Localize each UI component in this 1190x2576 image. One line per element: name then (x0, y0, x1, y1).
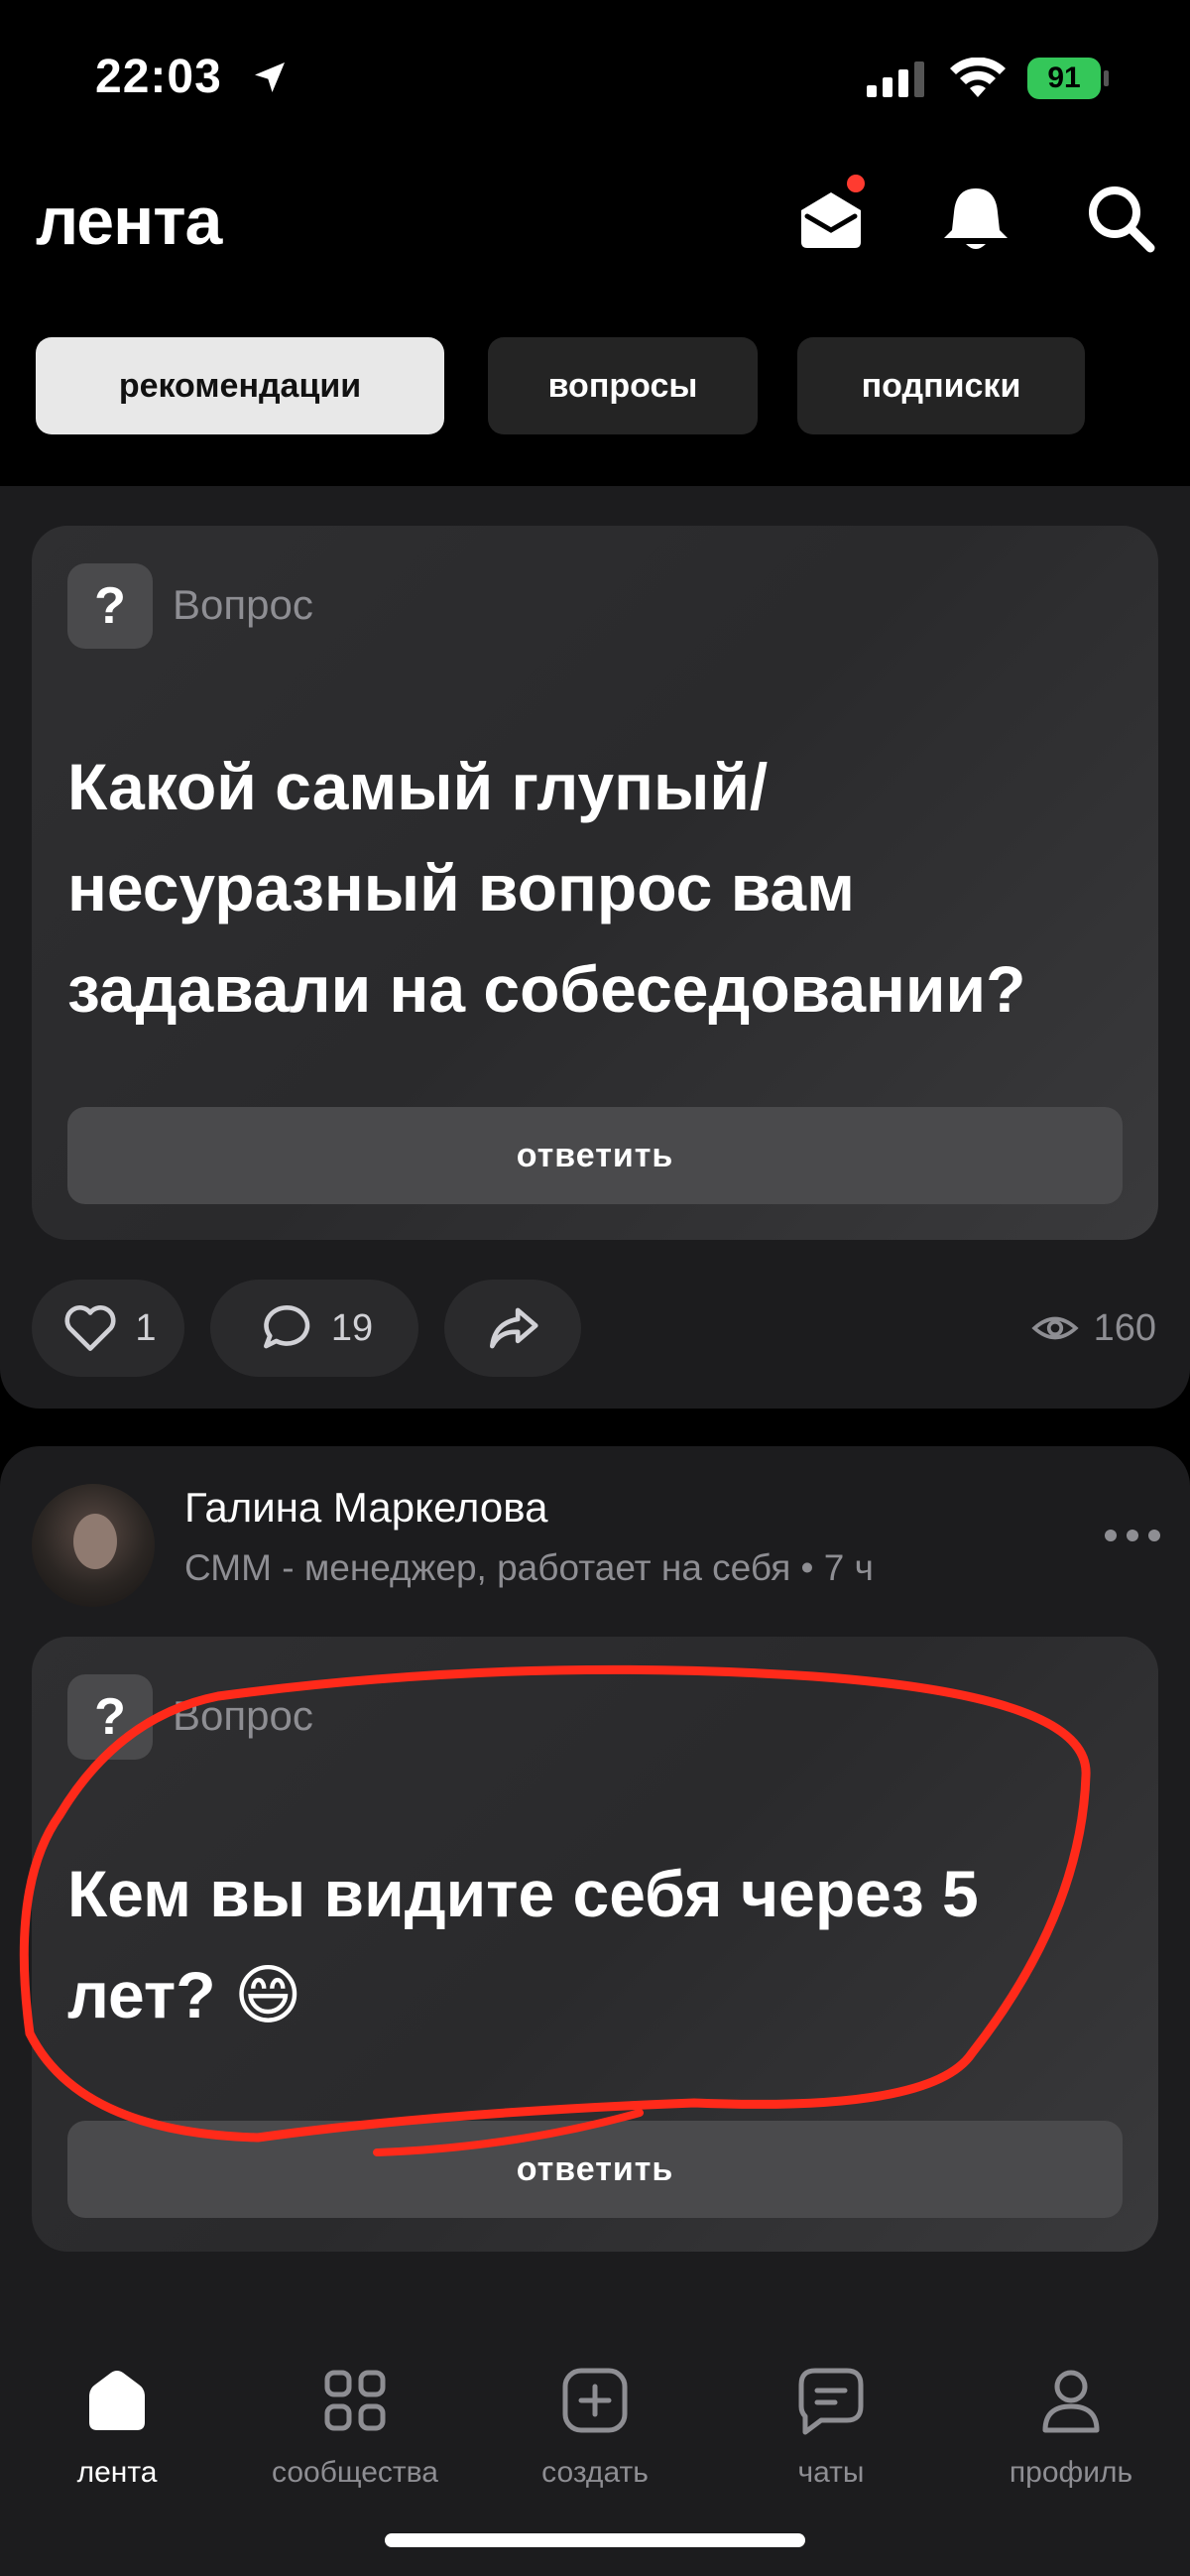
nav-profile[interactable]: профиль (962, 2361, 1180, 2490)
nav-label: чаты (797, 2456, 865, 2489)
home-indicator[interactable] (385, 2533, 805, 2547)
wifi-icon (950, 58, 1006, 97)
grid-icon (324, 2370, 386, 2431)
plus-square-icon (562, 2368, 628, 2433)
view-counter: 160 (1030, 1303, 1156, 1353)
avatar-face (73, 1514, 117, 1569)
app-header: лента рекомендации вопросы подписки (0, 149, 1190, 486)
bell-icon (944, 188, 1008, 249)
question-type-label: Вопрос (173, 581, 313, 628)
comment-button[interactable]: 19 (210, 1280, 418, 1377)
share-icon (490, 1307, 538, 1349)
search-icon (1089, 186, 1155, 253)
question-badge-icon: ? (67, 1674, 153, 1760)
notifications-button[interactable] (938, 181, 1013, 256)
author-subtitle: СММ - менеджер, работает на себя • 7 ч (184, 1547, 874, 1588)
author-name[interactable]: Галина Маркелова (184, 1484, 547, 1532)
question-card[interactable]: ? Вопрос Какой самый глупый/ несуразный … (32, 526, 1158, 1240)
search-button[interactable] (1083, 181, 1158, 256)
question-badge-icon: ? (67, 563, 153, 649)
nav-chats[interactable]: чаты (722, 2361, 940, 2490)
feed-post: ? Вопрос Какой самый глупый/ несуразный … (0, 486, 1190, 1409)
location-arrow-icon (255, 62, 285, 92)
eye-icon (1030, 1316, 1079, 1340)
profile-icon (1042, 2370, 1100, 2433)
status-time: 22:03 (95, 51, 222, 103)
nav-create[interactable]: создать (486, 2361, 704, 2490)
answer-button[interactable]: ответить (67, 2121, 1123, 2218)
nav-label: лента (76, 2456, 158, 2489)
battery-cap (1104, 70, 1109, 86)
cellular-signal-icon (867, 61, 924, 97)
tab-subscriptions[interactable]: подписки (797, 337, 1085, 434)
status-bar: 22:03 91 (0, 0, 1190, 149)
question-text: Какой самый глупый/ несуразный вопрос ва… (67, 750, 1026, 1026)
nav-label: профиль (1009, 2456, 1133, 2489)
comment-count: 19 (330, 1306, 374, 1349)
like-button[interactable]: 1 (32, 1280, 184, 1377)
nav-feed[interactable]: лента (8, 2361, 226, 2490)
inbox-button[interactable] (793, 175, 869, 256)
heart-icon (64, 1305, 116, 1351)
battery-level: 91 (1047, 61, 1081, 94)
question-type-label: Вопрос (173, 1692, 313, 1739)
question-card[interactable]: ? Вопрос Кем вы видите себя через 5 лет?… (32, 1637, 1158, 2252)
author-avatar[interactable] (32, 1484, 155, 1607)
chat-icon (798, 2368, 864, 2435)
app-logo: лента (36, 184, 222, 259)
nav-communities[interactable]: сообщества (246, 2361, 464, 2490)
feed[interactable]: ? Вопрос Какой самый глупый/ несуразный … (0, 486, 1190, 2331)
battery-indicator: 91 (1027, 58, 1109, 99)
feed-post: Галина Маркелова СММ - менеджер, работае… (0, 1446, 1190, 2331)
notification-dot (847, 175, 865, 192)
share-button[interactable] (444, 1280, 581, 1377)
tab-recommendations[interactable]: рекомендации (36, 337, 444, 434)
nav-label: сообщества (272, 2456, 438, 2489)
more-options-icon[interactable] (1103, 1526, 1162, 1545)
nav-label: создать (541, 2456, 649, 2489)
like-count: 1 (135, 1306, 157, 1349)
home-icon (89, 2371, 145, 2430)
tab-questions[interactable]: вопросы (488, 337, 758, 434)
question-text: Кем вы видите себя через 5 лет? 😄 (67, 1857, 979, 2031)
view-count: 160 (1093, 1306, 1156, 1349)
answer-button[interactable]: ответить (67, 1107, 1123, 1204)
comment-icon (263, 1305, 310, 1349)
